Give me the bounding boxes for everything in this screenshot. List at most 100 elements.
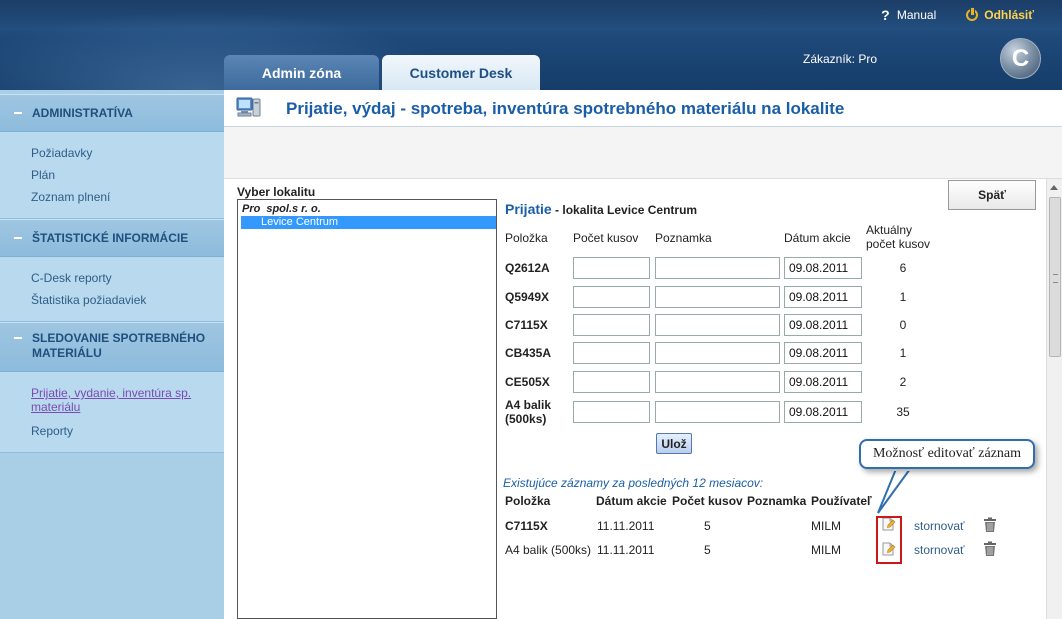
column-header-note: Poznamka <box>655 231 712 245</box>
vertical-scrollbar[interactable] <box>1046 179 1062 619</box>
current-count: 1 <box>899 346 907 360</box>
qty-input[interactable] <box>573 371 650 393</box>
note-input[interactable] <box>655 286 780 308</box>
sidebar-section-administrativa[interactable]: ADMINISTRATÍVA <box>0 94 224 132</box>
note-input[interactable] <box>655 371 780 393</box>
note-input[interactable] <box>655 257 780 279</box>
edit-callout: Možnosť editovať záznam <box>859 439 1035 469</box>
qty-input[interactable] <box>573 314 650 336</box>
computer-icon <box>236 97 261 117</box>
current-count: 1 <box>899 290 907 304</box>
collapse-icon <box>14 337 22 339</box>
existing-row-qty: 5 <box>704 543 711 557</box>
receive-row-item: CB435A <box>505 346 552 360</box>
manual-label: Manual <box>896 8 937 22</box>
qty-input[interactable] <box>573 342 650 364</box>
logout-label: Odhlásiť <box>984 8 1034 22</box>
tab-customer-desk[interactable]: Customer Desk <box>382 55 540 90</box>
customer-label: Zákazník: Pro <box>803 52 878 66</box>
receive-title-location: - lokalita Levice Centrum <box>551 203 698 217</box>
existing-header-date: Dátum akcie <box>596 494 667 508</box>
back-button[interactable]: Späť <box>948 180 1036 210</box>
edit-highlight-box <box>876 516 902 564</box>
date-input[interactable] <box>784 257 862 279</box>
power-icon <box>966 7 979 21</box>
date-input[interactable] <box>784 286 862 308</box>
current-count: 0 <box>899 318 907 332</box>
sidebar-list-administrativa: Požiadavky Plán Zoznam plnení <box>0 132 224 219</box>
existing-row-date: 11.11.2011 <box>597 519 655 533</box>
sidebar-section-title-line1: SLEDOVANIE SPOTREBNÉHO <box>32 331 206 345</box>
qty-input[interactable] <box>573 257 650 279</box>
sidebar-section-title: ADMINISTRATÍVA <box>32 105 133 120</box>
existing-header-item: Položka <box>505 494 551 508</box>
column-header-current-line2: počet kusov <box>866 237 931 251</box>
tab-admin-zona[interactable]: Admin zóna <box>224 55 379 90</box>
app-logo: C <box>1000 38 1041 79</box>
date-input[interactable] <box>784 371 862 393</box>
toolbar-band <box>224 127 1062 179</box>
logout-link[interactable]: Odhlásiť <box>966 7 1034 22</box>
sidebar-item-statistika[interactable]: Štatistika požiadaviek <box>31 289 224 311</box>
sidebar-section-consumables[interactable]: SLEDOVANIE SPOTREBNÉHO MATERIÁLU <box>0 322 224 372</box>
sidebar-item-cdesk-reporty[interactable]: C-Desk reporty <box>31 267 224 289</box>
sidebar-item-prijatie[interactable]: Prijatie, vydanie, inventúra sp. materiá… <box>31 382 224 420</box>
note-input[interactable] <box>655 401 780 423</box>
save-button[interactable]: Ulož <box>656 433 692 454</box>
note-input[interactable] <box>655 314 780 336</box>
sidebar-item-label-line2: materiálu <box>31 400 81 414</box>
receive-title-main: Prijatie <box>505 201 552 217</box>
cancel-record-link[interactable]: stornovať <box>914 519 965 533</box>
content-area: Vyber lokalitu Pro spol.s r. o. Levice Ce… <box>224 179 1062 619</box>
sidebar-section-statistics[interactable]: ŠTATISTICKÉ INFORMÁCIE <box>0 219 224 257</box>
existing-row-user: MILM <box>811 543 841 557</box>
location-panel-label: Vyber lokalitu <box>237 185 316 199</box>
trash-icon[interactable] <box>983 517 997 533</box>
sidebar-item-poziadavky[interactable]: Požiadavky <box>31 142 224 164</box>
collapse-icon <box>14 112 22 114</box>
location-root[interactable]: Pro spol.s r. o. <box>238 200 496 215</box>
manual-link[interactable]: ? Manual <box>880 8 936 22</box>
sidebar-item-reporty[interactable]: Reporty <box>31 420 224 442</box>
date-input[interactable] <box>784 342 862 364</box>
existing-header-user: Používateľ <box>811 494 872 508</box>
receive-row-item: C7115X <box>505 318 548 332</box>
page-title-bar: Prijatie, výdaj - spotreba, inventúra sp… <box>224 90 1062 127</box>
sidebar-item-plan[interactable]: Plán <box>31 164 224 186</box>
receive-row-item-line2: (500ks) <box>505 412 547 426</box>
existing-row-item: C7115X <box>505 519 548 533</box>
existing-header-qty: Počet kusov <box>672 494 743 508</box>
collapse-icon <box>14 237 22 239</box>
column-header-date: Dátum akcie <box>784 231 851 245</box>
location-selected-item[interactable]: Levice Centrum <box>241 216 496 229</box>
qty-input[interactable] <box>573 286 650 308</box>
sidebar-section-title: SLEDOVANIE SPOTREBNÉHO MATERIÁLU <box>32 331 205 361</box>
sidebar-item-zoznam-plneni[interactable]: Zoznam plnení <box>31 186 224 208</box>
current-count: 35 <box>896 405 910 419</box>
receive-form-title: Prijatie - lokalita Levice Centrum <box>505 201 697 217</box>
receive-row-item: Q5949X <box>505 290 550 304</box>
receive-row-item: A4 balik (500ks) <box>505 398 551 426</box>
date-input[interactable] <box>784 314 862 336</box>
scroll-up-icon[interactable] <box>1050 185 1058 190</box>
column-header-current-line1: Aktuálny <box>866 223 913 237</box>
sidebar-list-consumables: Prijatie, vydanie, inventúra sp. materiá… <box>0 372 224 453</box>
existing-records-title: Existujúce záznamy za posledných 12 mesi… <box>503 476 764 490</box>
date-input[interactable] <box>784 401 862 423</box>
sidebar-section-title: ŠTATISTICKÉ INFORMÁCIE <box>32 230 189 245</box>
receive-row-item: CE505X <box>505 375 550 389</box>
scrollbar-thumb[interactable] <box>1049 197 1061 357</box>
location-root-suffix: spol.s r. o. <box>266 203 321 215</box>
note-input[interactable] <box>655 342 780 364</box>
sidebar-item-label-line1: Prijatie, vydanie, inventúra sp. <box>31 386 192 400</box>
receive-row-item: Q2612A <box>505 261 550 275</box>
qty-input[interactable] <box>573 401 650 423</box>
trash-icon[interactable] <box>983 541 997 557</box>
cancel-record-link[interactable]: stornovať <box>914 543 965 557</box>
column-header-qty: Počet kusov <box>573 231 639 245</box>
top-links: ? Manual Odhlásiť <box>880 7 1034 22</box>
current-count: 6 <box>899 261 907 275</box>
column-header-current: Aktuálny počet kusov <box>866 223 930 251</box>
location-tree[interactable]: Pro spol.s r. o. Levice Centrum <box>237 199 497 619</box>
sidebar: ADMINISTRATÍVA Požiadavky Plán Zoznam pl… <box>0 90 224 619</box>
